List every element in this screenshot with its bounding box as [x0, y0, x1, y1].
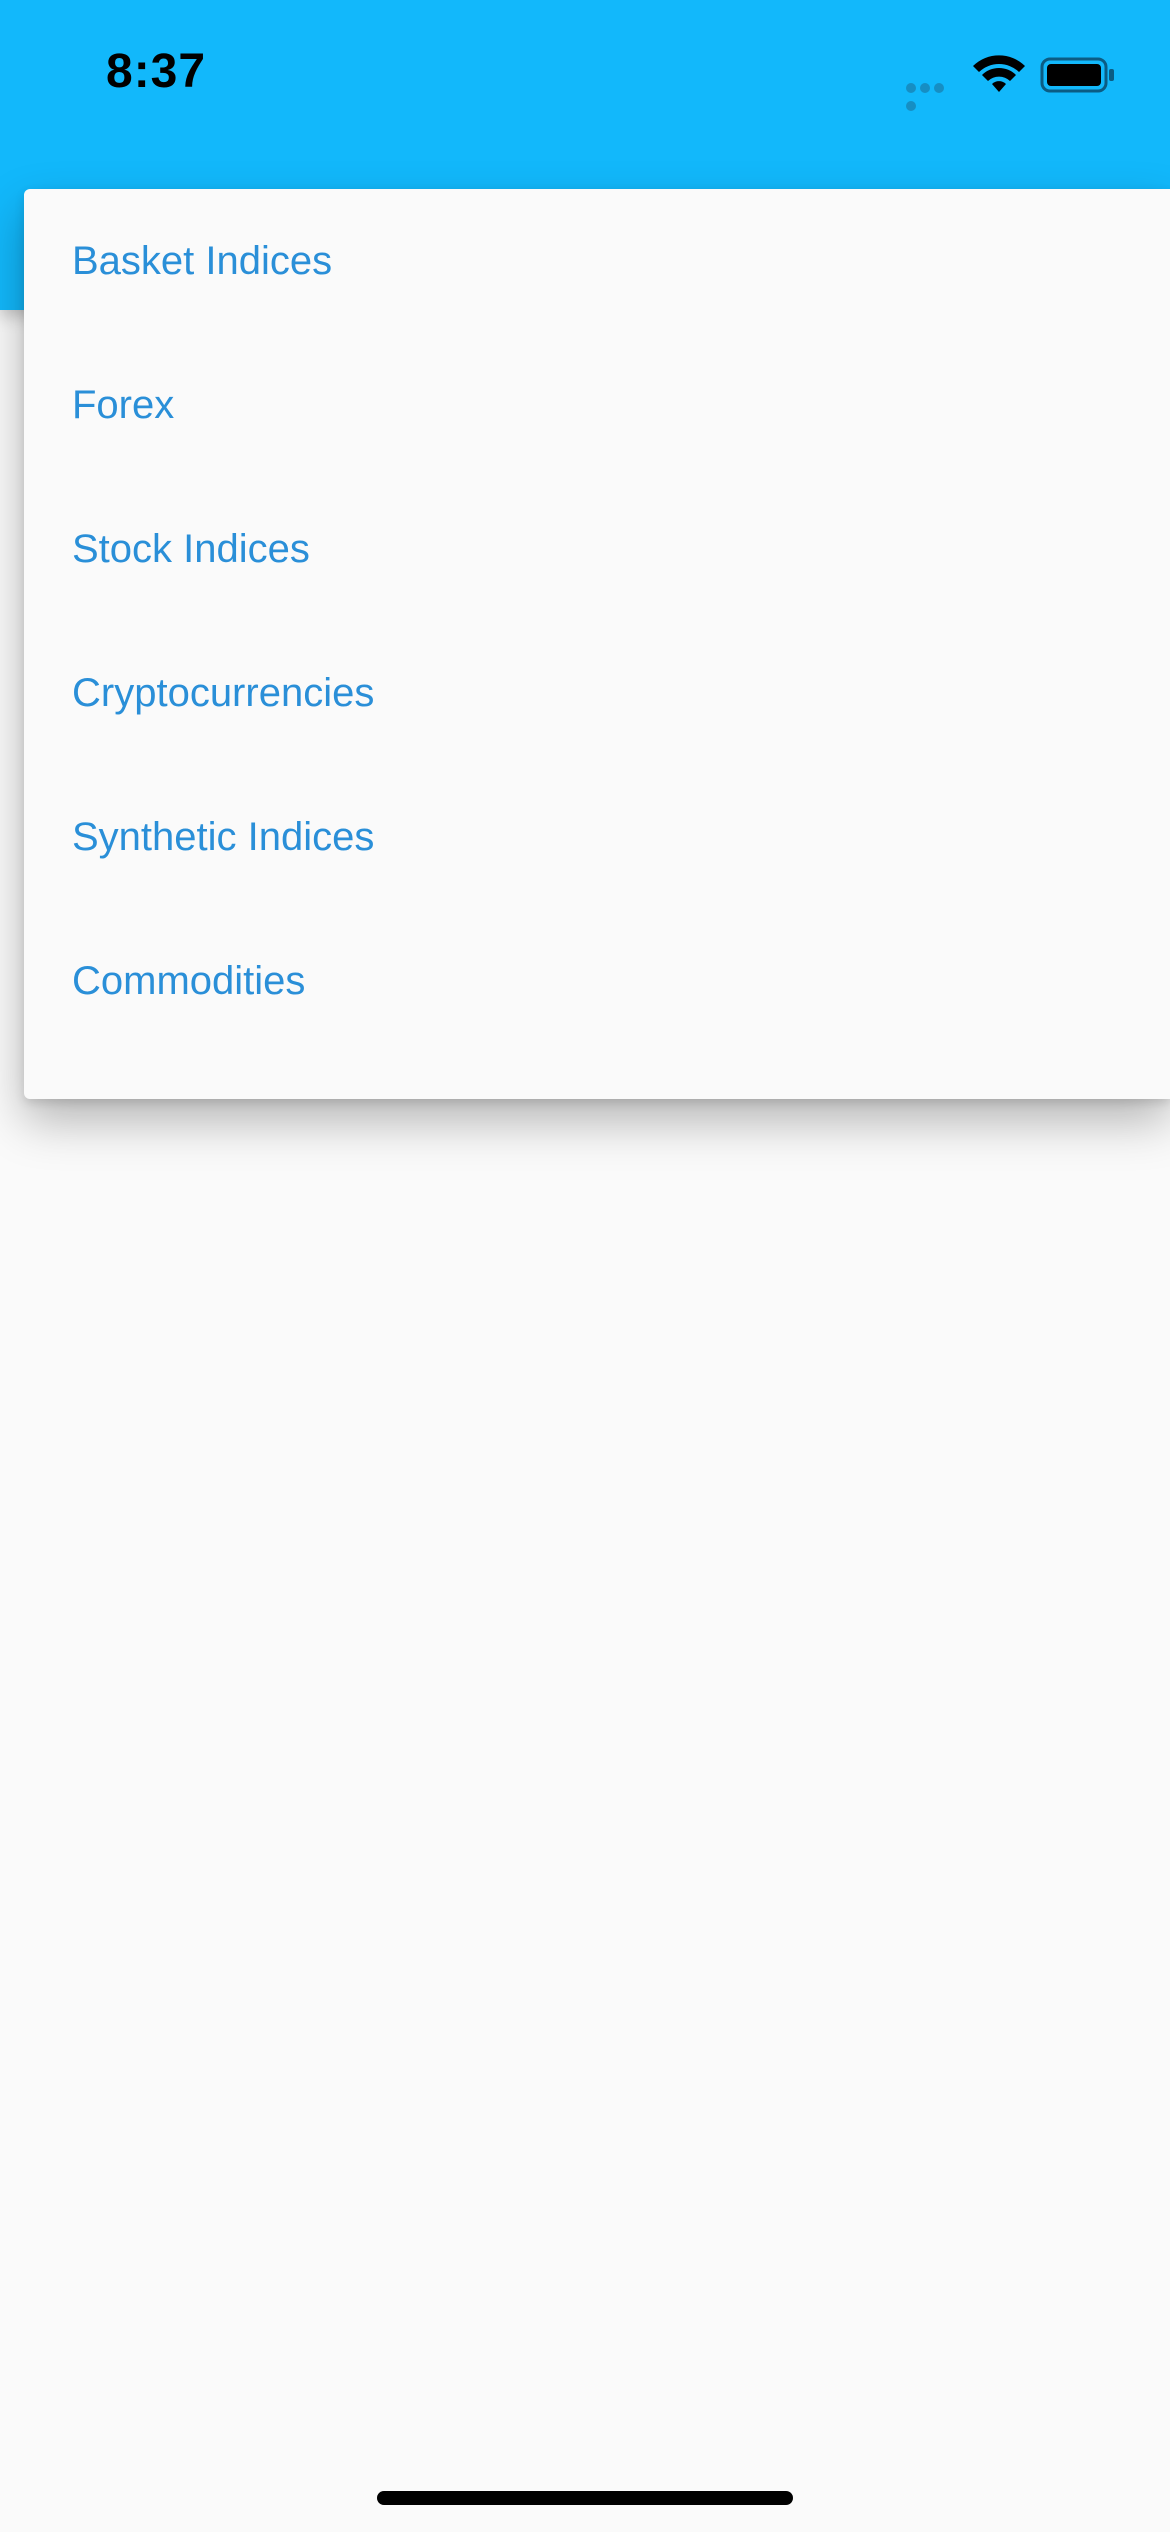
- menu-item-forex[interactable]: Forex: [24, 333, 1170, 477]
- menu-item-label: Stock Indices: [72, 526, 310, 571]
- status-time: 8:37: [106, 45, 207, 98]
- battery-icon: [1040, 57, 1114, 93]
- menu-item-label: Commodities: [72, 958, 306, 1003]
- menu-item-stock-indices[interactable]: Stock Indices: [24, 477, 1170, 621]
- wifi-icon: [973, 55, 1025, 92]
- menu-item-cryptocurrencies[interactable]: Cryptocurrencies: [24, 621, 1170, 765]
- market-type-menu: Basket Indices Forex Stock Indices Crypt…: [24, 189, 1170, 1099]
- menu-item-synthetic-indices[interactable]: Synthetic Indices: [24, 765, 1170, 909]
- menu-item-commodities[interactable]: Commodities: [24, 909, 1170, 1053]
- menu-item-label: Cryptocurrencies: [72, 670, 375, 715]
- home-indicator[interactable]: [377, 2491, 793, 2505]
- menu-item-label: Forex: [72, 382, 175, 427]
- cellular-signal-icon: [906, 80, 960, 111]
- menu-item-label: Synthetic Indices: [72, 814, 375, 859]
- menu-item-label: Basket Indices: [72, 238, 333, 283]
- menu-item-basket-indices[interactable]: Basket Indices: [24, 189, 1170, 333]
